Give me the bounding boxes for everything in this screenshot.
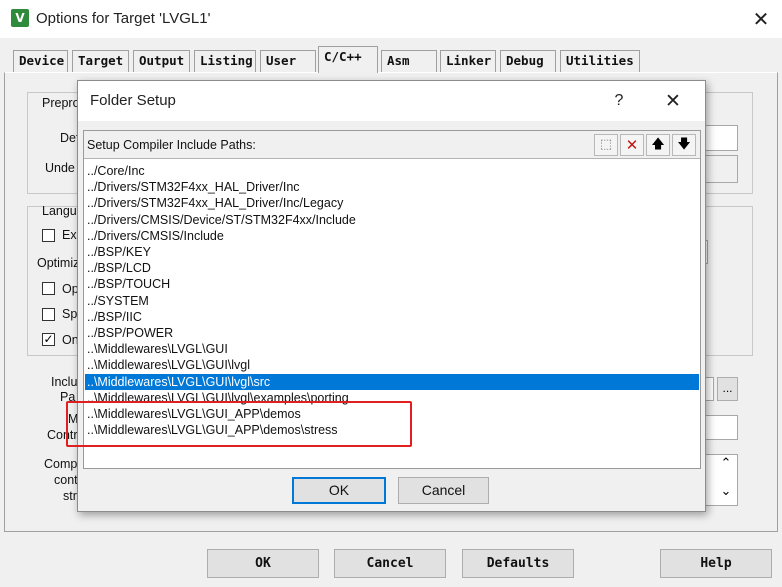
dialog-title: Folder Setup [90, 92, 176, 109]
compiler-control-label-2: cont [54, 473, 78, 487]
list-item[interactable]: ../Drivers/CMSIS/Include [85, 228, 699, 244]
tab-linker[interactable]: Linker [440, 50, 496, 72]
tab-output[interactable]: Output [133, 50, 190, 72]
scroll-up-icon[interactable]: ⌃ [718, 456, 734, 472]
tab-user[interactable]: User [260, 50, 316, 72]
list-item[interactable]: ../BSP/LCD [85, 260, 699, 276]
tab-target[interactable]: Target [72, 50, 129, 72]
op-checkbox[interactable] [42, 282, 55, 295]
include-paths-label: Inclu [51, 375, 78, 389]
sp-label: Sp [62, 307, 78, 321]
on-checkbox[interactable]: ✓ [42, 333, 55, 346]
ok-button[interactable]: OK [207, 549, 319, 578]
tab-asm[interactable]: Asm [381, 50, 437, 72]
dialog-ok-button[interactable]: OK [292, 477, 386, 504]
compiler-control-label: Comp [44, 457, 78, 471]
list-item[interactable]: ../BSP/KEY [85, 244, 699, 260]
window-title: Options for Target 'LVGL1' [36, 10, 211, 27]
tab-device[interactable]: Device [13, 50, 68, 72]
window-close-icon[interactable]: ✕ [748, 6, 774, 32]
help-button[interactable]: Help [660, 549, 772, 578]
dialog-close-icon[interactable]: ✕ [660, 88, 686, 114]
ex-label: Ex [62, 228, 77, 242]
list-item[interactable]: ../Core/Inc [85, 163, 699, 179]
list-item[interactable]: ../Drivers/STM32F4xx_HAL_Driver/Inc/Lega… [85, 195, 699, 211]
list-header: Setup Compiler Include Paths: ⬚ ✕ 🡅 🡇 [84, 131, 700, 159]
list-item[interactable]: ../BSP/IIC [85, 309, 699, 325]
ex-checkbox[interactable] [42, 229, 55, 242]
list-item[interactable]: ..\Middlewares\LVGL\GUI [85, 341, 699, 357]
undefine-label: Unde [45, 161, 75, 175]
tab-c-cpp[interactable]: C/C++ [318, 46, 378, 73]
help-icon[interactable]: ? [607, 88, 631, 114]
keil-uvision-icon: V [11, 9, 29, 27]
tab-utilities[interactable]: Utilities [560, 50, 640, 72]
move-down-icon[interactable]: 🡇 [672, 134, 696, 156]
list-item[interactable]: ../BSP/POWER [85, 325, 699, 341]
tab-listing[interactable]: Listing [194, 50, 256, 72]
list-item[interactable]: ../Drivers/STM32F4xx_HAL_Driver/Inc [85, 179, 699, 195]
tab-debug[interactable]: Debug [500, 50, 556, 72]
highlight-box [66, 401, 412, 447]
sp-checkbox[interactable] [42, 308, 55, 321]
delete-icon[interactable]: ✕ [620, 134, 644, 156]
folder-setup-dialog: Folder Setup ? ✕ Setup Compiler Include … [77, 80, 706, 512]
list-item[interactable]: ../SYSTEM [85, 293, 699, 309]
defaults-button[interactable]: Defaults [462, 549, 574, 578]
list-item[interactable]: ..\Middlewares\LVGL\GUI\lvgl [85, 357, 699, 373]
move-up-icon[interactable]: 🡅 [646, 134, 670, 156]
include-paths-browse-button[interactable]: ... [717, 377, 738, 401]
dialog-cancel-button[interactable]: Cancel [398, 477, 489, 504]
cancel-button[interactable]: Cancel [334, 549, 446, 578]
new-folder-icon[interactable]: ⬚ [594, 134, 618, 156]
optimization-label: Optimiz [37, 256, 80, 270]
list-item[interactable]: ../BSP/TOUCH [85, 276, 699, 292]
language-label: Langu [42, 204, 77, 218]
list-item[interactable]: ..\Middlewares\LVGL\GUI\lvgl\src [85, 373, 699, 390]
scroll-down-icon[interactable]: ⌄ [718, 484, 734, 500]
list-header-label: Setup Compiler Include Paths: [87, 138, 256, 152]
list-item[interactable]: ../Drivers/CMSIS/Device/ST/STM32F4xx/Inc… [85, 212, 699, 228]
preprocessor-label: Prepro [42, 96, 80, 110]
